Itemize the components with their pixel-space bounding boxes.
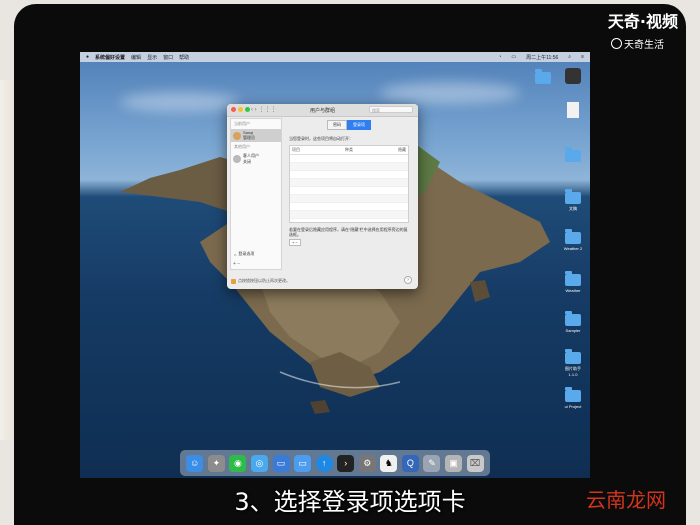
main-panel: 密码 登录项 当您登录时，这些项目将自动打开： 项目 种类 隐藏 若要在登录后隐… bbox=[285, 118, 413, 268]
menubar-item-edit[interactable]: 编辑 bbox=[131, 54, 141, 61]
desktop-icon-tool[interactable]: 图片助手1.1.0 bbox=[562, 349, 584, 377]
home-icon: ⌂ bbox=[234, 251, 237, 257]
login-options-item[interactable]: ⌂ 登录选项 bbox=[234, 251, 254, 257]
watermark-logo-icon bbox=[611, 38, 622, 49]
watermark-bottom: 云南龙网 bbox=[586, 488, 666, 512]
user-role: 管理员 bbox=[243, 135, 255, 140]
desktop-icon-label: ui Project bbox=[564, 404, 582, 409]
desktop-icon-label: Weather 2 bbox=[563, 246, 583, 251]
lock-icon[interactable] bbox=[231, 278, 236, 284]
table-header: 项目 种类 隐藏 bbox=[290, 146, 408, 155]
control-center-icon[interactable]: ≡ bbox=[581, 54, 584, 60]
menubar-status-area: ◔ ▭ 周二上午11:56 ⌕ ≡ bbox=[492, 52, 584, 62]
mac-screen: ● 系统偏好设置 编辑 显示 窗口 帮助 ◔ ▭ 周二上午11:56 ⌕ ≡ 文… bbox=[80, 52, 590, 478]
mac-menubar: ● 系统偏好设置 编辑 显示 窗口 帮助 ◔ ▭ 周二上午11:56 ⌕ ≡ bbox=[80, 52, 590, 62]
lock-text: 点按锁按钮以防止再次更改。 bbox=[238, 278, 290, 283]
menubar-item-view[interactable]: 显示 bbox=[147, 54, 157, 61]
table-row bbox=[290, 163, 408, 171]
add-remove-user-buttons[interactable]: + − bbox=[233, 261, 240, 267]
watermark-top-sub-text: 天奇生活 bbox=[624, 40, 664, 51]
desktop-icon-docs[interactable]: 文稿 bbox=[562, 189, 584, 212]
column-item[interactable]: 项目 bbox=[292, 147, 300, 153]
table-row bbox=[290, 211, 408, 219]
guest-avatar bbox=[233, 155, 241, 163]
battery-icon[interactable]: ▭ bbox=[511, 54, 516, 60]
login-options-label: 登录选项 bbox=[238, 251, 255, 256]
user-list-sidebar: 当前用户 Sanqi 管理员 其他用户 客人用户 关闭 ⌂ 登录选项 + − bbox=[230, 118, 282, 270]
trash-icon[interactable]: ⌧ bbox=[466, 454, 484, 472]
table-row bbox=[290, 171, 408, 179]
user-item-sanqi[interactable]: Sanqi 管理员 bbox=[231, 129, 281, 142]
desktop-icon-app[interactable] bbox=[562, 68, 584, 84]
table-row bbox=[290, 195, 408, 203]
desktop-icon-label: 图片助手1.1.0 bbox=[565, 366, 581, 377]
menubar-item-window[interactable]: 窗口 bbox=[163, 54, 173, 61]
table-rows bbox=[290, 155, 408, 219]
table-row bbox=[290, 179, 408, 187]
app-store-icon[interactable]: ↑ bbox=[315, 454, 333, 472]
lock-area[interactable]: 点按锁按钮以防止再次更改。 bbox=[231, 278, 290, 284]
tab-password[interactable]: 密码 bbox=[327, 120, 347, 130]
hide-note: 若要在登录后隐藏应用程序，请在“隐藏”栏中选择应用程序旁边的复选框。 bbox=[289, 227, 408, 237]
add-remove-item-buttons[interactable]: + − bbox=[289, 239, 301, 246]
user-avatar bbox=[233, 131, 241, 140]
finder-icon[interactable]: ☺ bbox=[186, 454, 204, 472]
desktop-icon-label: Sampler bbox=[565, 328, 581, 333]
downloads-icon[interactable]: ▭ bbox=[294, 454, 312, 472]
dock: ☺ ✦ ◉ ◎ ▭ ▭ ↑ › ⚙ ♞ Q ✎ ▣ ⌧ bbox=[180, 450, 490, 476]
wechat-icon[interactable]: ◉ bbox=[229, 454, 247, 472]
qq-icon[interactable]: ♞ bbox=[380, 454, 398, 472]
guest-status: 关闭 bbox=[243, 159, 251, 164]
users-groups-window: ‹ › ⋮⋮⋮ 用户与群组 搜索 当前用户 Sanqi 管理员 其他用户 客人用… bbox=[227, 104, 418, 289]
window-titlebar[interactable]: ‹ › ⋮⋮⋮ 用户与群组 搜索 bbox=[227, 104, 418, 117]
menubar-item-help[interactable]: 帮助 bbox=[179, 54, 189, 61]
terminal-icon[interactable]: › bbox=[337, 454, 355, 472]
launchpad-icon[interactable]: ✦ bbox=[207, 454, 225, 472]
menubar-app-name[interactable]: 系统偏好设置 bbox=[95, 54, 125, 61]
column-hide[interactable]: 隐藏 bbox=[398, 147, 406, 153]
spotlight-icon[interactable]: ⌕ bbox=[568, 54, 571, 60]
desktop-icon-label: Weather bbox=[565, 288, 581, 293]
desktop-icon-weather[interactable]: Weather bbox=[562, 271, 584, 293]
desktop-icon-label: 文稿 bbox=[569, 206, 577, 211]
table-row bbox=[290, 155, 408, 163]
tab-bar: 密码 登录项 bbox=[285, 120, 413, 130]
desktop-icon-folder-2[interactable] bbox=[562, 147, 584, 164]
tab-login-items[interactable]: 登录项 bbox=[347, 120, 371, 130]
desktop-icon-folder-1[interactable] bbox=[532, 69, 554, 86]
desk-paper bbox=[0, 80, 14, 440]
safari-icon[interactable]: ◎ bbox=[250, 454, 268, 472]
apple-menu-icon[interactable]: ● bbox=[86, 54, 89, 60]
current-users-header: 当前用户 bbox=[234, 121, 250, 126]
user-item-guest[interactable]: 客人用户 关闭 bbox=[231, 152, 281, 166]
table-row bbox=[290, 203, 408, 211]
help-button[interactable]: ? bbox=[404, 276, 412, 284]
desktop-icon-weather2[interactable]: Weather 2 bbox=[562, 229, 584, 251]
desktop-icon-document[interactable] bbox=[562, 102, 584, 118]
login-items-hint: 当您登录时，这些项目将自动打开： bbox=[289, 136, 353, 141]
watermark-top: 天奇·视频 bbox=[607, 12, 678, 31]
quicktime-icon[interactable]: Q bbox=[401, 454, 419, 472]
folder-icon[interactable]: ▭ bbox=[272, 454, 290, 472]
desktop-icon-sampler[interactable]: Sampler bbox=[562, 311, 584, 333]
menubar-clock[interactable]: 周二上午11:56 bbox=[526, 54, 558, 61]
desktop-icon-project[interactable]: ui Project bbox=[562, 387, 584, 409]
table-row bbox=[290, 187, 408, 195]
column-kind[interactable]: 种类 bbox=[345, 147, 353, 153]
system-preferences-icon[interactable]: ⚙ bbox=[358, 454, 376, 472]
login-items-table[interactable]: 项目 种类 隐藏 bbox=[289, 145, 409, 223]
other-users-header: 其他用户 bbox=[234, 144, 250, 149]
preview-icon[interactable]: ▣ bbox=[445, 454, 463, 472]
watermark-top-sub: 天奇生活 bbox=[611, 36, 664, 51]
wifi-icon[interactable]: ◔ bbox=[498, 54, 501, 60]
utility-icon[interactable]: ✎ bbox=[423, 454, 441, 472]
search-input[interactable]: 搜索 bbox=[369, 106, 413, 113]
